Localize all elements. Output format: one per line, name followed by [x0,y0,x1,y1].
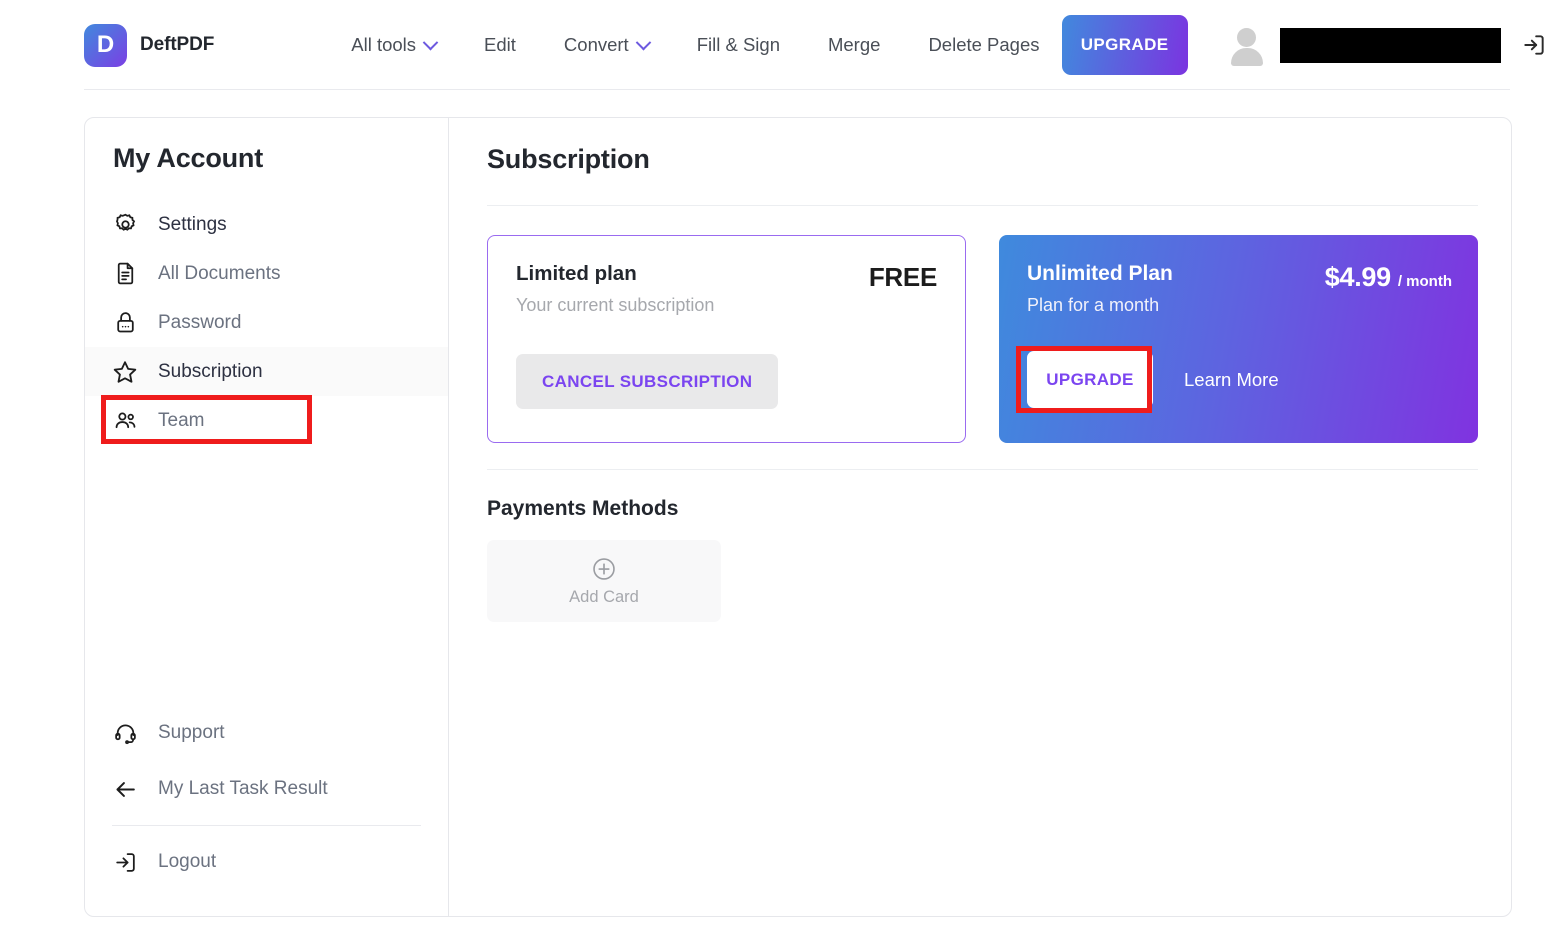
lock-icon [112,310,138,336]
nav-item-edit[interactable]: Edit [484,26,516,64]
plans-row: Limited plan Your current subscription F… [487,235,1478,443]
add-card-label: Add Card [569,587,639,606]
sidebar-item-subscription-label: Subscription [158,360,263,382]
page-title: Subscription [487,144,650,174]
nav-item-all-tools-label: All tools [351,34,417,55]
sidebar-item-my-last-task-result[interactable]: My Last Task Result [85,761,448,817]
chevron-down-icon [422,34,439,50]
users-icon [112,408,138,434]
headset-icon [112,720,138,746]
plus-circle-icon [593,557,615,580]
add-card-button[interactable]: Add Card [487,540,721,622]
brand-logo-link[interactable]: D DeftPDF [84,23,215,67]
sidebar: My Account Settings All Documents Passwo… [85,118,449,916]
nav-item-convert-label: Convert [563,34,629,55]
sidebar-item-all-documents[interactable]: All Documents [85,249,448,298]
logout-icon [112,849,138,875]
sidebar-item-all-documents-label: All Documents [158,262,281,284]
avatar[interactable] [1228,26,1266,66]
nav-item-convert[interactable]: Convert [563,26,651,64]
learn-more-link[interactable]: Learn More [1184,369,1279,391]
nav-item-delete-pages[interactable]: Delete Pages [928,26,1039,64]
sidebar-item-password[interactable]: Password [85,298,448,347]
payments-divider [487,469,1478,470]
star-icon [112,359,138,385]
top-navigation-bar: D DeftPDF All tools Edit Convert Fill & … [0,0,1547,90]
unlimited-plan-price-amount: $4.99 [1324,262,1391,292]
sidebar-item-team[interactable]: Team [85,396,448,445]
brand-name: DeftPDF [140,34,215,55]
cancel-subscription-button[interactable]: CANCEL SUBSCRIPTION [516,354,779,409]
sidebar-item-subscription[interactable]: Subscription [85,347,448,396]
unlimited-plan-name: Unlimited Plan [1027,262,1173,285]
chevron-down-icon [635,34,651,50]
nav-item-all-tools[interactable]: All tools [351,26,439,64]
sidebar-item-logout[interactable]: Logout [85,834,448,890]
subscription-content: Subscription Limited plan Your current s… [449,118,1511,916]
sidebar-item-support[interactable]: Support [85,705,448,761]
sidebar-item-settings-label: Settings [158,213,227,235]
sidebar-bottom-group: Support My Last Task Result Logout [85,705,448,890]
nav-item-delete-pages-label: Delete Pages [928,34,1040,55]
limited-plan-subtitle: Your current subscription [516,295,715,315]
logout-icon[interactable] [1521,32,1547,58]
content-divider [487,205,1478,206]
unlimited-plan-card: Unlimited Plan Plan for a month $4.99 / … [999,235,1478,443]
sidebar-item-support-label: Support [158,722,225,743]
sidebar-item-settings[interactable]: Settings [85,200,448,249]
limited-plan-name: Limited plan [516,262,637,285]
limited-plan-price: FREE [868,262,937,292]
deftpdf-logo-icon: D [84,23,127,67]
sidebar-title: My Account [113,143,264,173]
unlimited-plan-price: $4.99 / month [1325,262,1452,293]
sidebar-item-team-label: Team [158,409,205,431]
sidebar-item-logout-label: Logout [158,851,217,872]
account-name-redacted [1279,27,1501,63]
limited-plan-card: Limited plan Your current subscription F… [487,235,966,443]
nav-item-edit-label: Edit [484,34,516,55]
nav-links: All tools Edit Convert Fill & Sign Merge… [351,26,1039,64]
arrow-left-icon [112,776,138,802]
nav-item-merge-label: Merge [827,34,881,55]
account-panel: My Account Settings All Documents Passwo… [84,117,1512,917]
nav-item-merge[interactable]: Merge [828,26,880,64]
nav-item-fill-and-sign[interactable]: Fill & Sign [697,26,780,64]
payments-methods-title: Payments Methods [487,497,679,520]
nav-upgrade-button[interactable]: UPGRADE [1061,15,1188,75]
avatar-body [1230,48,1263,66]
sidebar-item-password-label: Password [158,311,242,333]
document-icon [112,261,138,287]
upgrade-button[interactable]: UPGRADE [1027,351,1153,408]
gear-icon [112,212,138,238]
avatar-head [1236,28,1256,47]
nav-item-fill-and-sign-label: Fill & Sign [696,34,780,55]
unlimited-plan-price-period: / month [1397,273,1452,290]
sidebar-item-my-last-task-result-label: My Last Task Result [158,778,328,799]
sidebar-divider [112,825,421,826]
unlimited-plan-subtitle: Plan for a month [1027,295,1160,315]
